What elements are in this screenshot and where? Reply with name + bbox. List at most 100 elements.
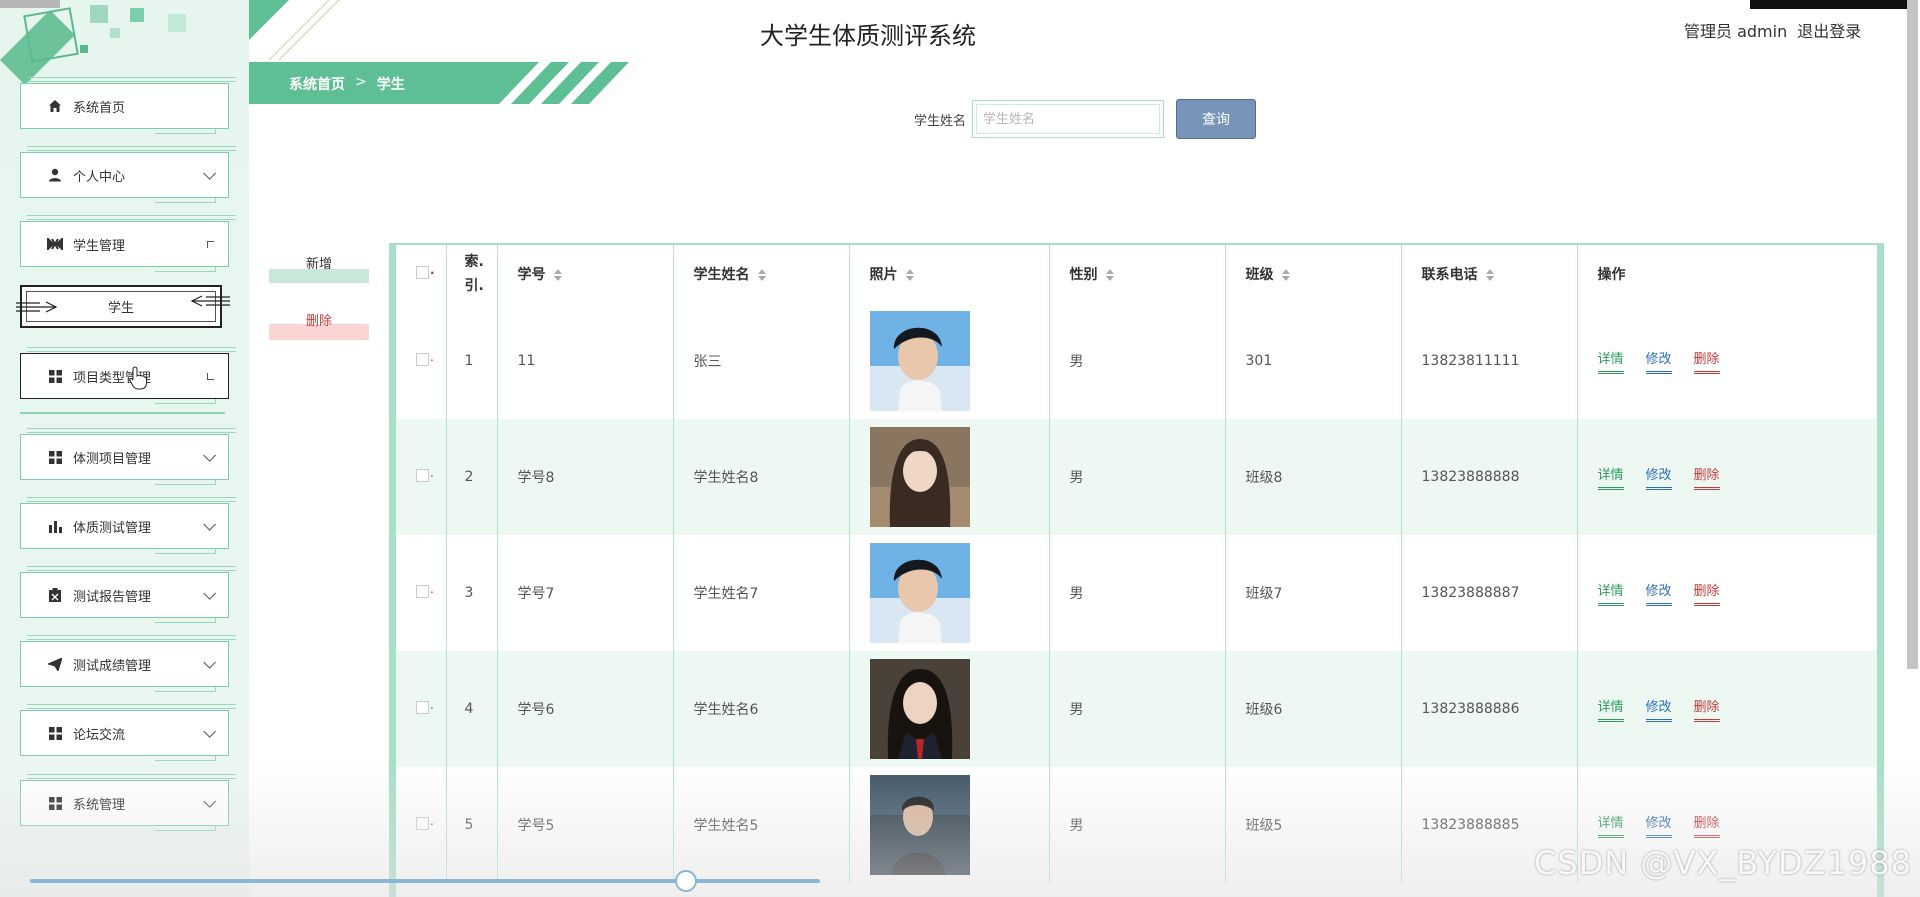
sidebar-item-system-management[interactable]: 系统管理 <box>20 774 236 831</box>
row-checkbox[interactable] <box>416 582 434 598</box>
cell-ops: 详情 修改 删除 <box>1577 303 1877 419</box>
table-row: 1 11 张三 男 301 13823811111 <box>396 303 1877 419</box>
header-student-no[interactable]: 学号 <box>497 245 674 303</box>
edit-link[interactable]: 修改 <box>1645 580 1672 606</box>
cell-name: 学生姓名6 <box>673 651 850 767</box>
arrows-decoration-icon <box>16 301 58 313</box>
row-check-cell <box>396 767 447 883</box>
logout-link[interactable]: 退出登录 <box>1797 18 1861 42</box>
video-progress-slider[interactable] <box>30 870 820 892</box>
top-edge-bar <box>1750 0 1910 9</box>
home-icon <box>47 98 63 114</box>
row-checkbox[interactable] <box>416 698 434 714</box>
add-button[interactable]: 新增 <box>269 253 369 283</box>
header-photo[interactable]: 照片 <box>849 245 1050 303</box>
sort-icon[interactable] <box>757 269 766 281</box>
sidebar: 系统首页 个人中心 学生管理 学生 项目类型管理 体测项目管理 体质测试管理 测… <box>0 0 249 897</box>
sort-icon[interactable] <box>1485 269 1494 281</box>
sort-icon[interactable] <box>905 269 914 281</box>
header-label: 操作 <box>1597 267 1626 283</box>
sidebar-item-home[interactable]: 系统首页 <box>20 77 236 134</box>
chevron-down-icon <box>203 794 216 808</box>
user-area: 管理员 admin 退出登录 <box>1684 18 1861 42</box>
remove-link[interactable]: 删除 <box>1693 348 1720 374</box>
select-all-checkbox[interactable] <box>416 263 435 279</box>
chevron-down-icon <box>203 517 216 531</box>
breadcrumb-home[interactable]: 系统首页 <box>289 74 345 94</box>
sidebar-item-physical-test-management[interactable]: 体质测试管理 <box>20 497 236 554</box>
sidebar-item-test-project-management[interactable]: 体测项目管理 <box>20 428 236 485</box>
user-icon <box>47 167 63 183</box>
row-checkbox[interactable] <box>416 466 434 482</box>
sidebar-item-test-report-management[interactable]: 测试报告管理 <box>20 566 236 623</box>
remove-link[interactable]: 删除 <box>1693 464 1720 490</box>
detail-link[interactable]: 详情 <box>1597 348 1624 374</box>
cell-gender: 男 <box>1049 767 1226 883</box>
vertical-scrollbar[interactable] <box>1907 0 1918 669</box>
detail-link[interactable]: 详情 <box>1597 696 1624 722</box>
student-photo[interactable] <box>869 659 970 759</box>
row-checkbox[interactable] <box>416 350 434 366</box>
sort-icon[interactable] <box>1281 269 1290 281</box>
detail-link[interactable]: 详情 <box>1597 464 1624 490</box>
breadcrumb-separator: > <box>355 74 367 90</box>
sidebar-item-test-score-management[interactable]: 测试成绩管理 <box>20 635 236 692</box>
cell-phone: 13823811111 <box>1401 303 1578 419</box>
header-label: 照片 <box>869 267 898 283</box>
edit-link[interactable]: 修改 <box>1645 348 1672 374</box>
row-actions: 详情 修改 删除 <box>1597 348 1878 374</box>
search-button[interactable]: 查询 <box>1176 99 1257 139</box>
header-label: 学生姓名 <box>693 267 750 283</box>
sidebar-item-student-management[interactable]: 学生管理 <box>20 215 236 272</box>
breadcrumb-current: 学生 <box>376 77 405 93</box>
cell-photo <box>849 303 1050 419</box>
student-photo[interactable] <box>869 543 970 643</box>
remove-link[interactable]: 删除 <box>1693 812 1720 838</box>
sort-icon[interactable] <box>553 269 562 281</box>
watermark: CSDN @VX_BYDZ1988 <box>1534 844 1912 882</box>
chevron-corner-icon <box>207 372 214 380</box>
search-bar: 学生姓名 查询 <box>914 99 1257 139</box>
header-name[interactable]: 学生姓名 <box>673 245 850 303</box>
slider-track[interactable] <box>30 879 820 883</box>
cell-class: 301 <box>1225 303 1402 419</box>
student-photo[interactable] <box>869 311 970 411</box>
sidebar-item-forum[interactable]: 论坛交流 <box>20 704 236 761</box>
header-phone[interactable]: 联系电话 <box>1401 245 1578 303</box>
student-name-search-input[interactable] <box>972 100 1165 138</box>
remove-link[interactable]: 删除 <box>1693 696 1720 722</box>
cell-student-no: 学号7 <box>497 535 674 651</box>
detail-link[interactable]: 详情 <box>1597 812 1624 838</box>
cell-photo <box>849 651 1050 767</box>
cell-ops: 详情 修改 删除 <box>1577 651 1877 767</box>
cell-phone: 13823888888 <box>1401 419 1578 535</box>
edit-link[interactable]: 修改 <box>1645 696 1672 722</box>
cell-index: 3 <box>446 535 498 651</box>
remove-link[interactable]: 删除 <box>1693 580 1720 606</box>
edit-link[interactable]: 修改 <box>1645 464 1672 490</box>
submenu-item-student[interactable]: 学生 <box>16 285 230 328</box>
header-label: 性别 <box>1069 267 1098 283</box>
cell-gender: 男 <box>1049 535 1226 651</box>
row-check-cell <box>396 303 447 419</box>
slider-thumb[interactable] <box>675 870 697 892</box>
sidebar-item-project-type-management[interactable]: 项目类型管理 <box>20 347 236 404</box>
row-checkbox[interactable] <box>416 814 434 830</box>
student-photo[interactable] <box>869 775 970 875</box>
cell-name: 学生姓名7 <box>673 535 850 651</box>
sidebar-item-personal-center[interactable]: 个人中心 <box>20 146 236 203</box>
arrows-decoration-icon <box>190 295 230 307</box>
grid-icon <box>47 795 63 811</box>
header-index: 索. 引. <box>446 245 498 303</box>
header-class[interactable]: 班级 <box>1225 245 1402 303</box>
sidebar-item-label: 系统首页 <box>73 100 126 116</box>
sidebar-item-label: 测试报告管理 <box>73 589 152 605</box>
edit-link[interactable]: 修改 <box>1645 812 1672 838</box>
detail-link[interactable]: 详情 <box>1597 580 1624 606</box>
delete-button[interactable]: 删除 <box>269 310 369 340</box>
student-photo[interactable] <box>869 427 970 527</box>
sort-icon[interactable] <box>1105 269 1114 281</box>
header-gender[interactable]: 性别 <box>1049 245 1226 303</box>
row-actions: 详情 修改 删除 <box>1597 696 1878 722</box>
submenu-item-label: 学生 <box>107 301 134 316</box>
